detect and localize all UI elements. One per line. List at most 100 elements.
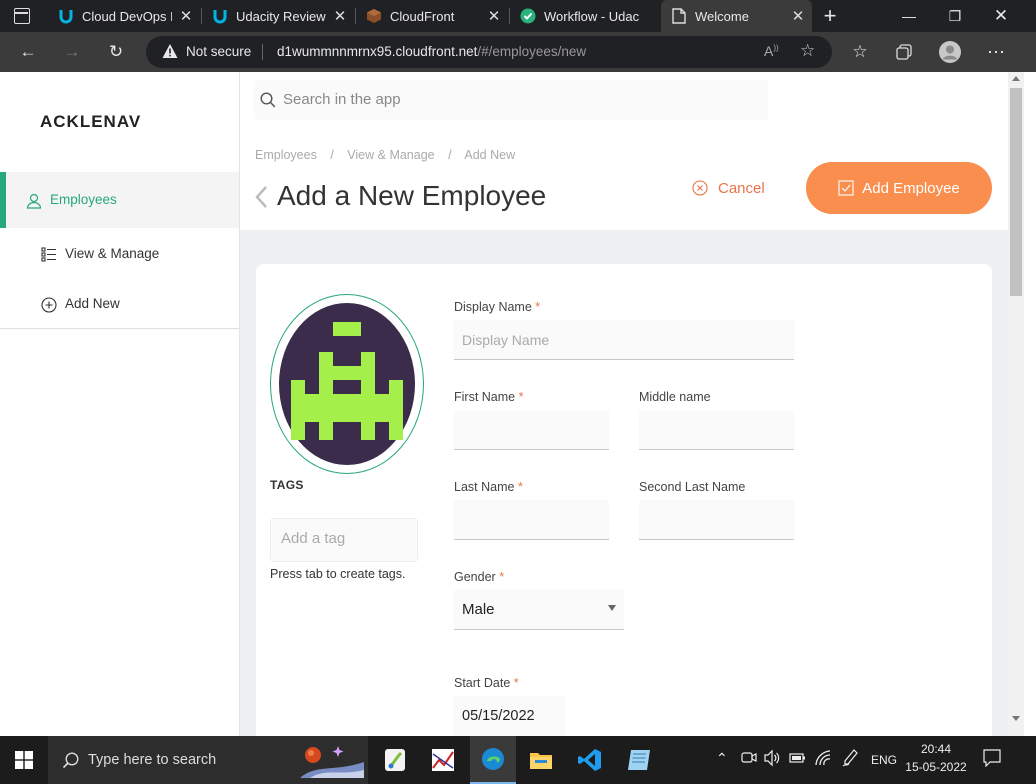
cancel-x-icon <box>692 180 708 196</box>
sidebar-item-label: Employees <box>50 192 117 207</box>
forward-button[interactable]: → <box>54 32 90 72</box>
tab-close-icon[interactable]: ✕ <box>326 7 354 25</box>
scroll-thumb[interactable] <box>1010 88 1022 296</box>
wifi-icon[interactable] <box>814 749 832 772</box>
middle-name-field[interactable] <box>639 410 794 450</box>
sidebar-item-label: Add New <box>65 296 120 311</box>
tab-title: Welcome <box>695 8 749 24</box>
tag-input[interactable]: Add a tag <box>270 518 418 562</box>
scroll-down-arrow[interactable] <box>1012 716 1020 721</box>
tab-udacity-reviews[interactable]: Udacity Reviews ✕ <box>202 0 354 32</box>
breadcrumb-separator: / <box>330 148 334 162</box>
windows-start-button[interactable] <box>1 736 47 784</box>
second-last-name-field[interactable] <box>639 500 794 540</box>
read-aloud-icon[interactable]: A)) <box>764 43 779 59</box>
browser-tab-bar: Cloud DevOps En ✕ Udacity Reviews ✕ Clou… <box>0 0 1036 32</box>
main-content: Search in the app Employees / View & Man… <box>240 72 1008 744</box>
search-input[interactable]: Search in the app <box>283 91 401 108</box>
tab-close-icon[interactable]: ✕ <box>172 7 200 25</box>
plus-circle-icon <box>41 297 57 316</box>
show-hidden-icons[interactable]: ⌃ <box>716 750 728 767</box>
meet-now-icon[interactable] <box>741 749 757 772</box>
edge-browser-icon[interactable] <box>470 736 516 784</box>
tab-actions-icon[interactable] <box>14 8 30 24</box>
cancel-button[interactable]: Cancel <box>692 178 765 198</box>
last-name-field[interactable] <box>454 500 609 540</box>
cancel-label: Cancel <box>718 179 765 197</box>
second-last-name-label: Second Last Name <box>639 480 746 494</box>
profile-avatar[interactable] <box>932 32 968 72</box>
scroll-up-arrow[interactable] <box>1012 76 1020 81</box>
udacity-icon <box>212 8 228 24</box>
more-menu-icon[interactable]: ⋯ <box>978 32 1014 72</box>
udacity-icon <box>58 8 74 24</box>
file-explorer-icon[interactable] <box>518 736 564 784</box>
back-button[interactable]: ← <box>10 32 46 72</box>
taskbar-search-input[interactable]: Type here to search <box>88 752 216 768</box>
sidebar-item-add-new[interactable]: Add New <box>0 276 239 332</box>
volume-icon[interactable] <box>764 749 780 772</box>
clock[interactable]: 20:44 15-05-2022 <box>904 740 968 776</box>
sidebar-item-employees[interactable]: Employees <box>0 172 239 228</box>
employee-avatar[interactable] <box>270 294 424 474</box>
app-search[interactable]: Search in the app <box>254 80 768 120</box>
address-bar[interactable]: Not secure d1wummnnmrnx95.cloudfront.net… <box>146 36 832 68</box>
page-header: Search in the app Employees / View & Man… <box>240 72 1008 230</box>
checkbox-icon <box>838 180 854 196</box>
tab-title: CloudFront <box>390 8 455 24</box>
favorites-icon[interactable]: ☆ <box>842 32 878 72</box>
breadcrumb-add-new: Add New <box>464 148 516 162</box>
middle-name-label: Middle name <box>639 390 711 404</box>
paint-app-icon[interactable] <box>372 736 418 784</box>
last-name-label: Last Name * <box>454 480 523 494</box>
breadcrumb-separator: / <box>448 148 452 162</box>
breadcrumb-view-manage[interactable]: View & Manage <box>347 148 434 162</box>
add-employee-button[interactable]: Add Employee <box>806 162 992 214</box>
minimize-button[interactable]: — <box>886 0 932 32</box>
page-scrollbar[interactable] <box>1008 72 1024 736</box>
tab-workflow[interactable]: Workflow - Udac <box>510 0 660 32</box>
tab-close-icon[interactable]: ✕ <box>784 7 812 25</box>
close-window-button[interactable]: ✕ <box>978 0 1024 32</box>
start-date-field[interactable]: 05/15/2022 <box>454 696 566 736</box>
first-name-field[interactable] <box>454 410 609 450</box>
gender-select[interactable]: Male <box>454 590 624 630</box>
sidebar-divider <box>0 328 239 329</box>
add-employee-label: Add Employee <box>862 179 960 197</box>
display-name-field[interactable]: Display Name <box>454 320 794 360</box>
collections-icon[interactable] <box>886 32 922 72</box>
gender-label: Gender * <box>454 570 505 584</box>
tab-welcome[interactable]: Welcome ✕ <box>661 0 812 32</box>
tab-cloudfront[interactable]: CloudFront ✕ <box>356 0 508 32</box>
url-host: d1wummnnmrnx95.cloudfront.net <box>277 44 478 59</box>
refresh-button[interactable]: ↻ <box>98 32 134 72</box>
tab-close-icon[interactable]: ✕ <box>480 7 508 25</box>
sidebar-item-view-manage[interactable]: View & Manage <box>0 226 239 282</box>
notepad-app-icon[interactable] <box>616 736 662 784</box>
language-indicator[interactable]: ENG <box>871 753 897 767</box>
clock-date: 15-05-2022 <box>905 760 967 774</box>
tab-title: Workflow - Udac <box>544 8 640 24</box>
tab-title: Cloud DevOps En <box>82 8 172 24</box>
battery-icon[interactable] <box>789 751 806 770</box>
sidebar: ACKLENAV Employees View & Manage Add New <box>0 72 240 736</box>
browser-toolbar: ← → ↻ Not secure d1wummnnmrnx95.cloudfro… <box>0 32 1036 72</box>
start-date-label: Start Date * <box>454 676 519 690</box>
back-chevron-icon[interactable] <box>254 184 268 215</box>
notifications-icon[interactable] <box>983 749 1001 772</box>
tab-cloud-devops[interactable]: Cloud DevOps En ✕ <box>48 0 200 32</box>
taskbar-search[interactable]: Type here to search <box>48 736 368 784</box>
space-invader-avatar <box>279 303 415 465</box>
vscode-icon[interactable] <box>567 736 613 784</box>
tag-hint: Press tab to create tags. <box>270 567 406 581</box>
warning-icon <box>162 43 178 59</box>
add-favorite-icon[interactable]: ☆ <box>800 41 815 61</box>
new-tab-button[interactable]: + <box>816 0 844 32</box>
graph-app-icon[interactable] <box>420 736 466 784</box>
pen-icon[interactable] <box>842 749 858 772</box>
app-logo: ACKLENAV <box>40 112 140 131</box>
security-status[interactable]: Not secure <box>186 44 251 59</box>
user-icon <box>26 193 42 212</box>
restore-button[interactable]: ❐ <box>932 0 978 32</box>
breadcrumb-employees[interactable]: Employees <box>255 148 317 162</box>
